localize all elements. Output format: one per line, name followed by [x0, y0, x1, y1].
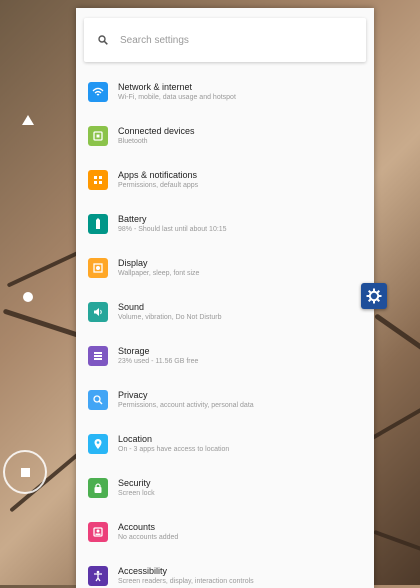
settings-item[interactable]: Network & internet Wi-Fi, mobile, data us…: [76, 70, 374, 114]
settings-item-title: Location: [118, 433, 153, 444]
settings-item-title: Apps & notifications: [118, 169, 198, 180]
storage-icon: [88, 346, 108, 366]
devices-icon: [88, 126, 108, 146]
settings-item-subtitle: Bluetooth: [118, 138, 148, 146]
settings-panel: Search settings Network & internet Wi-Fi,…: [76, 8, 374, 588]
accounts-icon: [88, 522, 108, 542]
settings-item-text: Security Screen lock: [118, 478, 155, 498]
search-input[interactable]: Search settings: [120, 35, 189, 46]
settings-item[interactable]: Display Wallpaper, sleep, font size: [76, 246, 374, 290]
settings-item-subtitle: On - 3 apps have access to location: [118, 446, 230, 454]
settings-item-title: Accessibility: [118, 565, 168, 576]
settings-item[interactable]: Location On - 3 apps have access to locat…: [76, 422, 374, 466]
settings-item-subtitle: 23% used - 11.56 GB free: [118, 358, 199, 366]
settings-item-subtitle: Screen lock: [118, 490, 155, 498]
settings-item-title: Network & internet: [118, 81, 193, 92]
settings-item-subtitle: No accounts added: [118, 534, 179, 542]
settings-item-title: Storage: [118, 345, 150, 356]
settings-item-title: Accounts: [118, 521, 156, 532]
settings-item-subtitle: Wi-Fi, mobile, data usage and hotspot: [118, 94, 236, 102]
settings-item[interactable]: Storage 23% used - 11.56 GB free: [76, 334, 374, 378]
display-icon: [88, 258, 108, 278]
settings-item-title: Display: [118, 257, 148, 268]
back-icon: [22, 115, 34, 125]
search-bar[interactable]: Search settings: [84, 18, 366, 62]
recents-button[interactable]: [3, 450, 47, 494]
recents-icon: [20, 467, 30, 477]
settings-item[interactable]: Privacy Permissions, account activity, pe…: [76, 378, 374, 422]
settings-item-title: Battery: [118, 213, 147, 224]
settings-item-subtitle: 98% - Should last until about 10:15: [118, 226, 227, 234]
battery-icon: [88, 214, 108, 234]
location-icon: [88, 434, 108, 454]
settings-item-title: Privacy: [118, 389, 148, 400]
navigation-bar: [0, 0, 60, 585]
settings-item-subtitle: Permissions, default apps: [118, 182, 199, 190]
home-button[interactable]: [6, 275, 50, 319]
settings-item[interactable]: Connected devices Bluetooth: [76, 114, 374, 158]
settings-item-text: Network & internet Wi-Fi, mobile, data us…: [118, 82, 236, 102]
privacy-icon: [88, 390, 108, 410]
settings-item-subtitle: Wallpaper, sleep, font size: [118, 270, 200, 278]
settings-item[interactable]: Accessibility Screen readers, display, in…: [76, 554, 374, 588]
settings-item-text: Accessibility Screen readers, display, in…: [118, 566, 254, 586]
settings-item-text: Accounts No accounts added: [118, 522, 178, 542]
wifi-icon: [88, 82, 108, 102]
sound-icon: [88, 302, 108, 322]
apps-icon: [88, 170, 108, 190]
settings-item-text: Sound Volume, vibration, Do Not Disturb: [118, 302, 222, 322]
search-icon: [98, 35, 108, 45]
settings-item-title: Sound: [118, 301, 145, 312]
settings-gear-button[interactable]: [361, 283, 387, 309]
settings-item[interactable]: Sound Volume, vibration, Do Not Disturb: [76, 290, 374, 334]
settings-item-text: Apps & notifications Permissions, default…: [118, 170, 198, 190]
settings-item-subtitle: Volume, vibration, Do Not Disturb: [118, 314, 222, 322]
back-button[interactable]: [6, 98, 50, 142]
home-icon: [23, 292, 33, 302]
settings-item-title: Security: [118, 477, 151, 488]
settings-item-text: Privacy Permissions, account activity, pe…: [118, 390, 254, 410]
settings-item-text: Connected devices Bluetooth: [118, 126, 195, 146]
security-icon: [88, 478, 108, 498]
settings-item[interactable]: Apps & notifications Permissions, default…: [76, 158, 374, 202]
settings-gear-icon: [366, 288, 382, 304]
settings-item[interactable]: Security Screen lock: [76, 466, 374, 510]
settings-item-title: Connected devices: [118, 125, 195, 136]
settings-item-subtitle: Permissions, account activity, personal …: [118, 402, 254, 410]
settings-item-text: Display Wallpaper, sleep, font size: [118, 258, 199, 278]
settings-item[interactable]: Battery 98% - Should last until about 10:…: [76, 202, 374, 246]
settings-item[interactable]: Accounts No accounts added: [76, 510, 374, 554]
settings-item-text: Storage 23% used - 11.56 GB free: [118, 346, 198, 366]
accessibility-icon: [88, 566, 108, 586]
settings-item-text: Location On - 3 apps have access to locat…: [118, 434, 229, 454]
settings-list: Network & internet Wi-Fi, mobile, data us…: [76, 70, 374, 588]
settings-item-text: Battery 98% - Should last until about 10:…: [118, 214, 227, 234]
